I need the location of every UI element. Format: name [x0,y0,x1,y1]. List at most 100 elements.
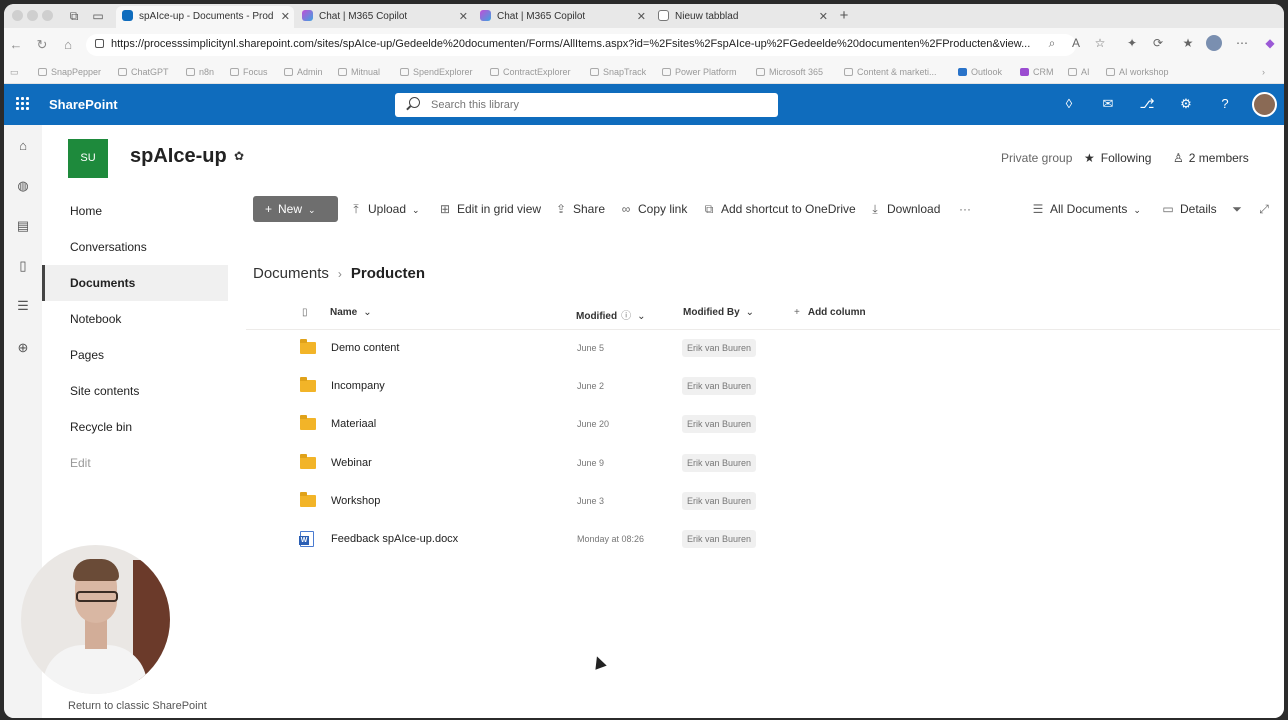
bookmark-item[interactable]: Admin [284,67,323,77]
bookmarks-toggle-icon[interactable]: ▭ [10,67,19,78]
url-text[interactable]: https://processsimplicitynl.sharepoint.c… [111,38,1030,50]
lock-icon[interactable] [95,39,104,48]
edit-grid-view-button[interactable]: ⊞ Edit in grid view [438,202,541,216]
more-commands-button[interactable]: ··· [959,202,971,216]
bookmark-item[interactable]: ContractExplorer [490,67,571,77]
refresh-icon[interactable]: ↻ [34,37,50,53]
gear-icon[interactable]: ⚙ [1178,96,1194,112]
members-button[interactable]: ♙ 2 members [1173,151,1249,165]
bookmark-item[interactable]: SpendExplorer [400,67,473,77]
copy-link-button[interactable]: ∞ Copy link [619,202,688,216]
zoom-icon[interactable]: ⌕ [1044,36,1060,51]
copilot-icon[interactable]: ◊ [1061,96,1077,112]
nav-edit-link[interactable]: Edit [42,445,228,481]
app-launcher-icon[interactable] [16,97,30,111]
file-name[interactable]: Webinar [331,457,372,469]
bookmark-item[interactable]: CRM [1020,67,1054,77]
download-button[interactable]: ⤓ Download [868,202,940,217]
url-field[interactable]: https://processsimplicitynl.sharepoint.c… [86,34,1076,56]
nav-item-recycle-bin[interactable]: Recycle bin [42,409,228,445]
home-icon[interactable]: ⌂ [15,138,31,154]
workspaces-icon[interactable]: ⧉ [66,8,82,24]
tab-copilot-2[interactable]: Chat | M365 Copilot ✕ [474,6,650,28]
bookmarks-overflow-icon[interactable]: › [1262,67,1265,77]
teams-icon[interactable]: ✿ [234,149,248,163]
expand-button[interactable]: ⤢ [1257,202,1276,217]
file-icon[interactable]: ▯ [15,258,31,274]
bookmark-item[interactable]: SnapPepper [38,67,101,77]
filter-button[interactable]: ⏷ [1230,202,1249,217]
file-modified-by[interactable]: Erik van Buuren [682,530,757,548]
bookmark-item[interactable]: Content & marketi... [844,67,937,77]
file-modified-by[interactable]: Erik van Buuren [682,492,757,510]
file-name[interactable]: Workshop [331,495,380,507]
bookmark-item[interactable]: ChatGPT [118,67,169,77]
nav-item-documents[interactable]: Documents [42,265,228,301]
tab-new-tab[interactable]: Nieuw tabblad ✕ [652,6,832,28]
upload-button[interactable]: ⤒ Upload ⌄ [349,202,419,217]
tab-close-icon[interactable]: ✕ [281,6,290,28]
app-name[interactable]: SharePoint [49,97,118,112]
share-button[interactable]: ⇪ Share [554,202,605,216]
create-plus-icon[interactable]: ⊕ [15,340,31,356]
bookmark-item[interactable]: AI workshop [1106,67,1169,77]
window-minimize-dot[interactable] [27,10,38,21]
favorite-star-icon[interactable]: ☆ [1092,36,1108,50]
tab-copilot-1[interactable]: Chat | M365 Copilot ✕ [296,6,472,28]
file-modified-by[interactable]: Erik van Buuren [682,454,757,472]
nav-item-site-contents[interactable]: Site contents [42,373,228,409]
megaphone-icon[interactable]: ✉ [1100,96,1116,112]
classic-sharepoint-link[interactable]: Return to classic SharePoint [68,700,207,712]
back-icon[interactable]: ← [8,37,24,52]
file-modified-by[interactable]: Erik van Buuren [682,339,757,357]
help-icon[interactable]: ? [1217,96,1233,112]
site-title[interactable]: spAIce-up [130,145,227,168]
column-modified-by[interactable]: Modified By ⌄ [683,307,754,318]
file-name[interactable]: Materiaal [331,418,376,430]
bookmark-item[interactable]: AI [1068,67,1090,77]
profile-avatar-icon[interactable] [1206,35,1222,51]
details-button[interactable]: ▭ Details [1161,202,1216,216]
nav-item-home[interactable]: Home [42,193,228,229]
file-modified-by[interactable]: Erik van Buuren [682,415,757,433]
extensions-icon[interactable]: ✦ [1124,36,1140,50]
file-name[interactable]: Feedback spAIce-up.docx [331,533,458,545]
favorites-icon[interactable]: ★ [1180,36,1196,50]
list-item[interactable]: W Feedback spAIce-up.docx Monday at 08:2… [256,521,1280,559]
file-name[interactable]: Incompany [331,380,385,392]
tab-close-icon[interactable]: ✕ [819,6,828,28]
vertical-tabs-icon[interactable]: ▭ [90,8,106,24]
window-close-dot[interactable] [12,10,23,21]
lists-icon[interactable]: ☰ [15,298,31,314]
bookmark-item[interactable]: n8n [186,67,214,77]
add-column-button[interactable]: + Add column [794,307,866,318]
site-logo[interactable]: SU [68,139,108,178]
home-icon[interactable]: ⌂ [60,37,76,52]
nav-item-notebook[interactable]: Notebook [42,301,228,337]
sync-icon[interactable]: ⟳ [1150,36,1166,50]
share-network-icon[interactable]: ⎇ [1139,96,1155,112]
list-item[interactable]: Workshop June 3 Erik van Buuren [256,483,1280,521]
list-item[interactable]: Materiaal June 20 Erik van Buuren [256,406,1280,444]
bookmark-item[interactable]: Outlook [958,67,1002,77]
list-item[interactable]: Demo content June 5 Erik van Buuren [256,330,1280,368]
nav-item-conversations[interactable]: Conversations [42,229,228,265]
bookmark-item[interactable]: Focus [230,67,268,77]
search-box[interactable] [395,93,778,117]
add-shortcut-button[interactable]: ⧉ Add shortcut to OneDrive [702,202,856,217]
file-name[interactable]: Demo content [331,342,399,354]
list-item[interactable]: Webinar June 9 Erik van Buuren [256,445,1280,483]
bookmark-item[interactable]: Mitnual [338,67,380,77]
copilot-sidebar-icon[interactable]: ◆ [1262,36,1278,50]
news-icon[interactable]: ▤ [15,218,31,234]
plus-icon[interactable]: + [836,8,852,24]
bookmark-item[interactable]: Power Platform [662,67,737,77]
read-aloud-icon[interactable]: A [1068,36,1084,50]
globe-icon[interactable]: ◍ [15,178,31,194]
window-maximize-dot[interactable] [42,10,53,21]
column-name[interactable]: Name ⌄ [330,307,372,318]
tab-close-icon[interactable]: ✕ [637,6,646,28]
bookmark-item[interactable]: SnapTrack [590,67,646,77]
tab-close-icon[interactable]: ✕ [459,6,468,28]
tab-sharepoint[interactable]: spAIce-up - Documents - Prod ✕ [116,6,294,28]
